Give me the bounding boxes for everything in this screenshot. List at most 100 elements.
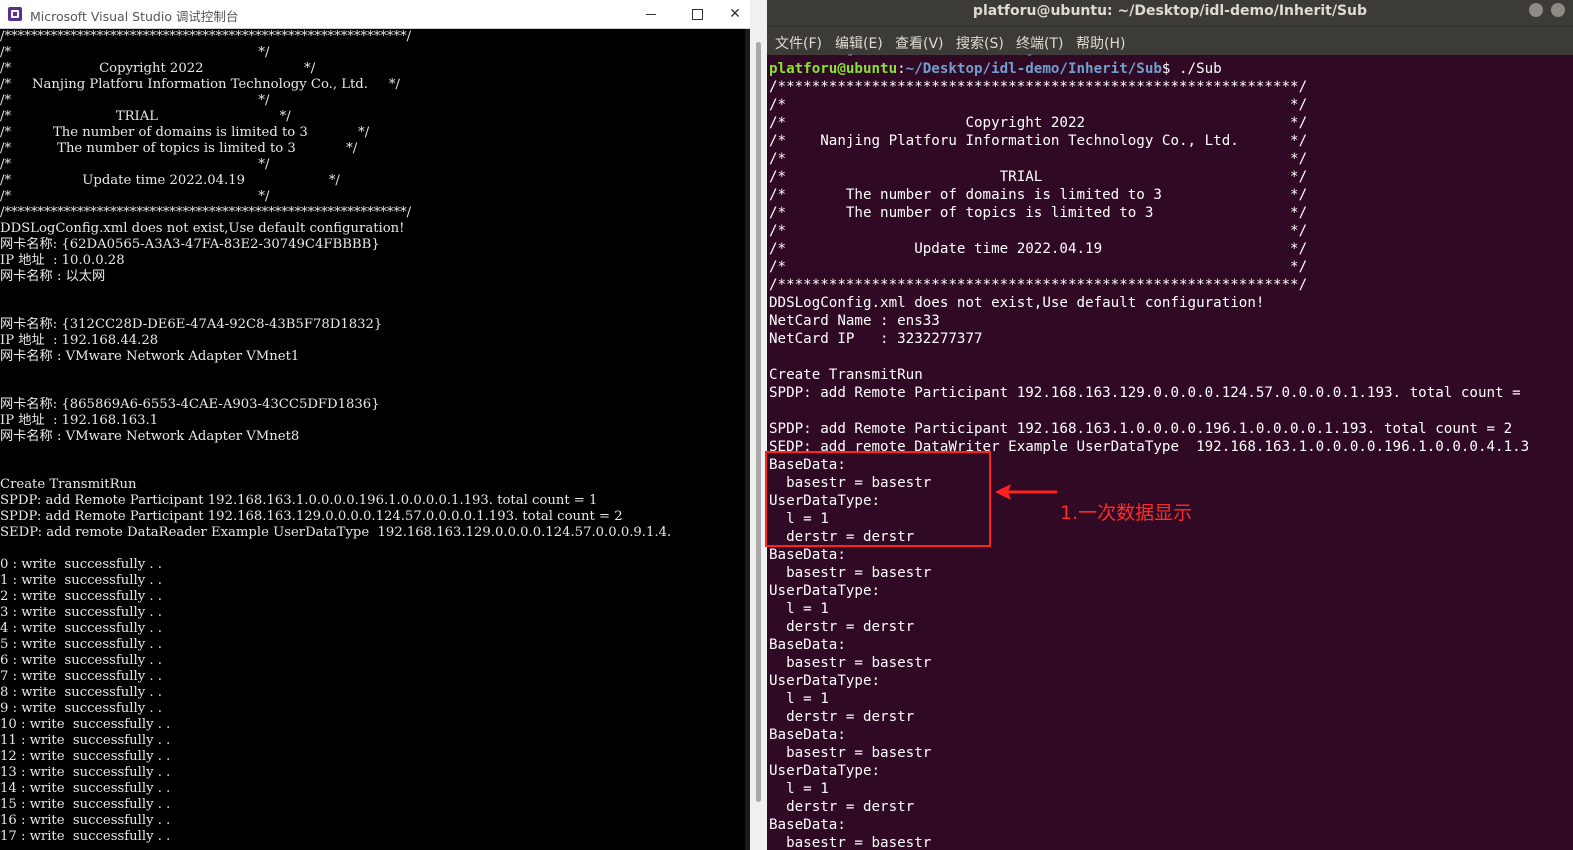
console-line: 7 : write successfully . .	[0, 669, 162, 684]
console-line: 2 : write successfully . .	[0, 589, 162, 604]
terminal-line: BaseData:	[769, 727, 846, 743]
console-titlebar[interactable]: Microsoft Visual Studio 调试控制台 ✕	[0, 0, 750, 29]
terminal-line: /* */	[769, 259, 1308, 275]
console-line: 10 : write successfully . .	[0, 717, 171, 732]
console-line: 网卡名称 : 以太网	[0, 269, 106, 284]
console-line: SPDP: add Remote Participant 192.168.163…	[0, 493, 598, 508]
console-line: 网卡名称: {865869A6-6553-4CAE-A903-43CC5DFD1…	[0, 397, 380, 412]
annotation-label: 1.一次数据显示	[1060, 502, 1193, 524]
terminal-line: /***************************************…	[769, 277, 1308, 293]
terminal-line: derstr = derstr	[769, 709, 915, 725]
prompt-user: platforu@ubuntu	[769, 61, 898, 77]
console-line: 1 : write successfully . .	[0, 573, 162, 588]
console-line: 17 : write successfully . .	[0, 829, 171, 844]
prompt-path: ~/Desktop/idl-demo/Inherit/Sub	[905, 61, 1162, 77]
terminal-line: /* Copyright 2022 */	[769, 115, 1308, 131]
console-line: /* Nanjing Platforu Information Technolo…	[0, 77, 400, 92]
maximize-button[interactable]	[674, 0, 720, 28]
terminal-line: UserDataType:	[769, 763, 881, 779]
terminal-line: /* */	[769, 223, 1308, 239]
console-vertical-scrollbar[interactable]	[750, 0, 767, 850]
console-line: IP 地址 : 192.168.44.28	[0, 333, 159, 348]
terminal-line: BaseData:	[769, 547, 846, 563]
terminal-line: derstr = derstr	[769, 619, 915, 635]
terminal-line: /* TRIAL */	[769, 169, 1308, 185]
console-line: IP 地址 : 10.0.0.28	[0, 253, 125, 268]
console-line: 6 : write successfully . .	[0, 653, 162, 668]
console-line: 4 : write successfully . .	[0, 621, 162, 636]
vs-debug-console-window[interactable]: Microsoft Visual Studio 调试控制台 ✕ /*******…	[0, 0, 750, 850]
console-line: /* */	[0, 157, 270, 172]
prompt-sep: :	[897, 61, 906, 77]
terminal-line: NetCard Name : ens33	[769, 313, 940, 329]
terminal-line: /* */	[769, 151, 1308, 167]
annotation-highlight-box	[765, 451, 991, 547]
console-line: 网卡名称 : VMware Network Adapter VMnet8	[0, 429, 300, 444]
console-line: 网卡名称 : VMware Network Adapter VMnet1	[0, 349, 300, 364]
console-title: Microsoft Visual Studio 调试控制台	[30, 9, 239, 24]
minimize-button[interactable]	[1529, 3, 1543, 17]
terminal-line: derstr = derstr	[769, 799, 915, 815]
console-line: /* */	[0, 93, 270, 108]
terminal-line-partial: - -	[769, 50, 1145, 60]
minimize-button[interactable]	[628, 0, 674, 28]
terminal-line: SPDP: add Remote Participant 192.168.163…	[769, 421, 1513, 437]
console-line: SEDP: add remote DataReader Example User…	[0, 525, 672, 540]
console-line: /* Update time 2022.04.19 */	[0, 173, 340, 188]
console-line: /* */	[0, 189, 270, 204]
console-line: /***************************************…	[0, 29, 412, 44]
terminal-line: BaseData:	[769, 817, 846, 833]
terminal-prompt-line: platforu@ubuntu:~/Desktop/idl-demo/Inher…	[769, 60, 1573, 78]
close-button[interactable]	[1551, 3, 1565, 17]
terminal-line: /* Nanjing Platforu Information Technolo…	[769, 133, 1308, 149]
close-icon: ✕	[729, 6, 741, 22]
console-line: DDSLogConfig.xml does not exist,Use defa…	[0, 221, 405, 236]
terminal-line: /* The number of domains is limited to 3…	[769, 187, 1308, 203]
console-line: 13 : write successfully . .	[0, 765, 171, 780]
console-line: /* */	[0, 45, 270, 60]
terminal-line: NetCard IP : 3232277377	[769, 331, 983, 347]
terminal-line: basestr = basestr	[769, 565, 932, 581]
scrollbar-thumb[interactable]	[756, 42, 761, 802]
console-line: IP 地址 : 192.168.163.1	[0, 413, 159, 428]
console-line: SPDP: add Remote Participant 192.168.163…	[0, 509, 623, 524]
console-line: 网卡名称: {62DA0565-A3A3-47FA-83E2-30749C4FB…	[0, 237, 380, 252]
console-line: /* The number of domains is limited to 3…	[0, 125, 370, 140]
console-line: /***************************************…	[0, 205, 412, 220]
minimize-icon	[646, 13, 656, 15]
terminal-line: /* The number of topics is limited to 3 …	[769, 205, 1308, 221]
console-line: 12 : write successfully . .	[0, 749, 171, 764]
terminal-line: l = 1	[769, 601, 829, 617]
console-line: 16 : write successfully . .	[0, 813, 171, 828]
terminal-line: l = 1	[769, 691, 829, 707]
console-line: 14 : write successfully . .	[0, 781, 171, 796]
terminal-line: BaseData:	[769, 637, 846, 653]
console-line: 3 : write successfully . .	[0, 605, 162, 620]
console-output[interactable]: /***************************************…	[0, 29, 745, 850]
terminal-line: Create TransmitRun	[769, 367, 923, 383]
console-line: 9 : write successfully . .	[0, 701, 162, 716]
console-line: 15 : write successfully . .	[0, 797, 171, 812]
close-button[interactable]: ✕	[720, 0, 750, 28]
console-line: /* Copyright 2022 */	[0, 61, 316, 76]
terminal-line: basestr = basestr	[769, 655, 932, 671]
console-line: 0 : write successfully . .	[0, 557, 162, 572]
terminal-line: SPDP: add Remote Participant 192.168.163…	[769, 385, 1530, 401]
terminal-title: platforu@ubuntu: ~/Desktop/idl-demo/Inhe…	[972, 3, 1368, 19]
terminal-output[interactable]: - - platforu@ubuntu:~/Desktop/idl-demo/I…	[769, 50, 1573, 850]
terminal-line: UserDataType:	[769, 583, 881, 599]
maximize-icon	[691, 9, 703, 20]
visual-studio-icon	[8, 7, 22, 21]
ubuntu-terminal-window[interactable]: platforu@ubuntu: ~/Desktop/idl-demo/Inhe…	[767, 0, 1573, 850]
console-line: 5 : write successfully . .	[0, 637, 162, 652]
terminal-titlebar[interactable]: platforu@ubuntu: ~/Desktop/idl-demo/Inhe…	[767, 0, 1573, 26]
terminal-line: /* Update time 2022.04.19 */	[769, 241, 1308, 257]
console-line: 网卡名称: {312CC28D-DE6E-47A4-92C8-43B5F78D1…	[0, 317, 383, 332]
terminal-line: UserDataType:	[769, 673, 881, 689]
